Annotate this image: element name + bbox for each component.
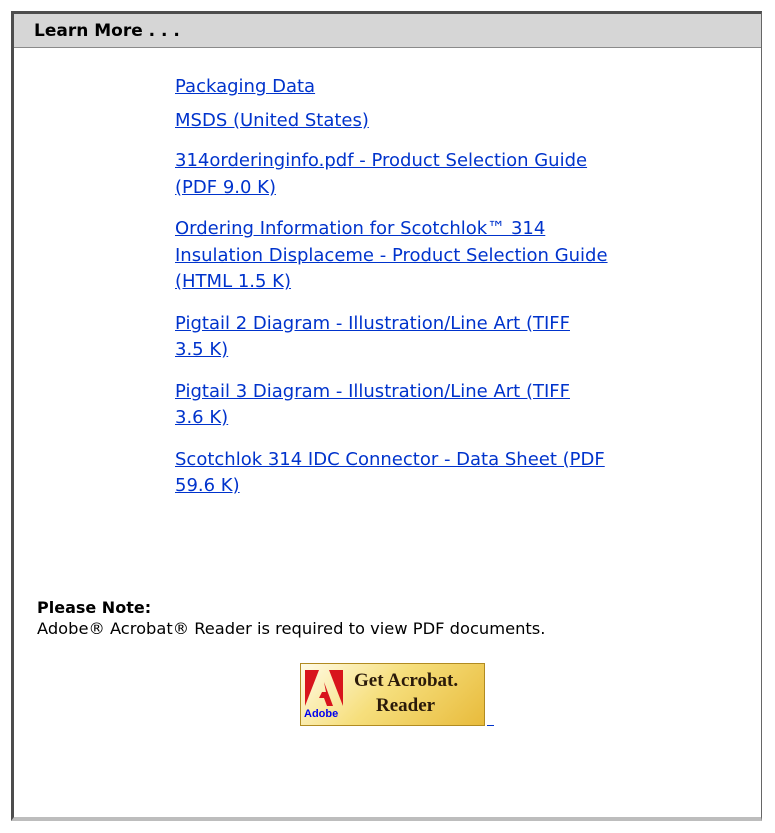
please-note: Please Note: Adobe® Acrobat® Reader is r… [37, 598, 737, 640]
link-pigtail-3-diagram[interactable]: Pigtail 3 Diagram - Illustration/Line Ar… [175, 379, 735, 432]
note-text: Adobe® Acrobat® Reader is required to vi… [37, 619, 546, 638]
note-title: Please Note: [37, 598, 152, 617]
get-acrobat-reader-badge[interactable]: Adobe Get Acrobat. Reader [300, 663, 485, 726]
link-ordering-info-html[interactable]: Ordering Information for Scotchlok™ 314 … [175, 216, 735, 296]
link-packaging-data[interactable]: Packaging Data [175, 74, 735, 101]
adobe-wordmark: Adobe [304, 708, 339, 720]
acrobat-badge-wrapper: Adobe Get Acrobat. Reader [300, 663, 494, 726]
resource-links: Packaging Data MSDS (United States) 314o… [175, 74, 735, 500]
learn-more-panel: Learn More . . . Packaging Data MSDS (Un… [11, 11, 762, 821]
badge-line2: Reader [376, 695, 436, 716]
badge-line1: Get Acrobat. [354, 670, 459, 691]
panel-header: Learn More . . . [14, 14, 761, 48]
link-pigtail-2-diagram[interactable]: Pigtail 2 Diagram - Illustration/Line Ar… [175, 311, 735, 364]
panel-title: Learn More . . . [34, 21, 180, 41]
link-ordering-info-pdf[interactable]: 314orderinginfo.pdf - Product Selection … [175, 148, 735, 201]
adobe-logo-icon [305, 670, 343, 706]
link-underline [487, 707, 494, 726]
get-acrobat-reader-link[interactable]: Adobe Get Acrobat. Reader [300, 663, 494, 726]
link-data-sheet-pdf[interactable]: Scotchlok 314 IDC Connector - Data Sheet… [175, 447, 735, 500]
link-msds[interactable]: MSDS (United States) [175, 108, 735, 135]
